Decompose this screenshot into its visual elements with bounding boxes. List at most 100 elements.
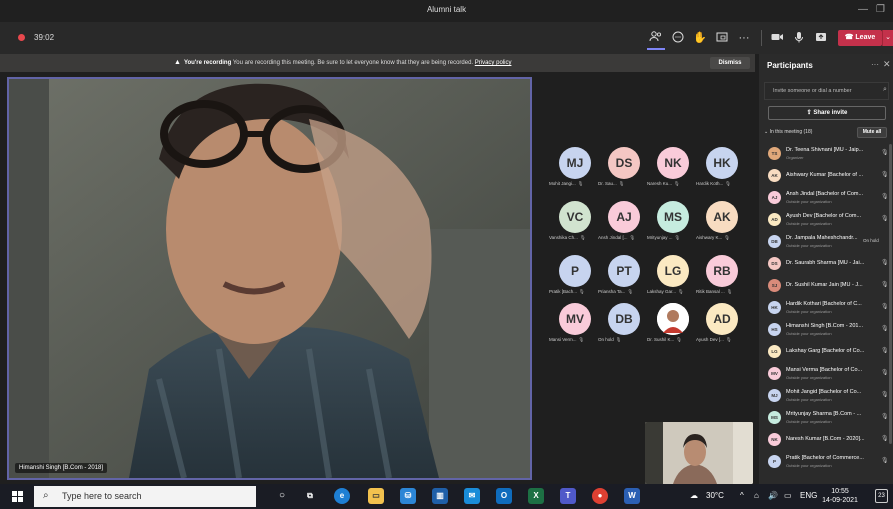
main-video-feed[interactable]: Himanshi Singh [B.Com - 2018] — [7, 77, 532, 480]
share-screen-icon[interactable] — [813, 30, 829, 46]
file-explorer-icon[interactable]: ▭ — [368, 488, 384, 504]
toolbar-divider — [761, 30, 762, 46]
participant-tile[interactable]: MV Mansi Verm... 🎙 — [549, 303, 601, 351]
participant-tile[interactable]: P Pratik [Bach... 🎙 — [549, 255, 601, 303]
notification-center-icon[interactable]: 23 — [875, 489, 888, 503]
participant-row[interactable]: DB Dr. Jampala Maheshchandr... Outside you… — [759, 232, 893, 252]
mic-muted-icon: 🎙 — [579, 289, 585, 294]
participant-tile[interactable]: RB Ritik Bansal ... 🎙 — [696, 255, 748, 303]
avatar: MV — [768, 367, 781, 380]
leave-options-chevron-icon[interactable]: ⌄ — [882, 30, 893, 46]
microphone-icon[interactable] — [791, 30, 807, 46]
mic-muted-icon: 🎙 — [618, 181, 625, 186]
camera-icon[interactable] — [769, 30, 785, 46]
avatar: DB — [608, 303, 640, 335]
participant-list-scrollbar[interactable] — [889, 144, 892, 444]
mic-muted-icon: 🎙 — [725, 337, 732, 342]
raise-hand-icon[interactable]: ✋ — [692, 30, 708, 46]
mic-muted-icon: 🎙 — [724, 235, 730, 240]
participant-tile[interactable]: VC Vanshika Ch... 🎙 — [549, 201, 601, 249]
people-icon[interactable] — [648, 30, 664, 46]
volume-icon[interactable]: 🔊 — [768, 491, 778, 500]
word-icon[interactable]: W — [624, 488, 640, 504]
in-meeting-section-header[interactable]: ⌄ In this meeting (18) — [764, 129, 812, 135]
edge-icon[interactable]: e — [334, 488, 350, 504]
participant-row[interactable]: P Pratik [Bachelor of Commerce... Outside … — [759, 452, 893, 472]
avatar: NK — [657, 147, 689, 179]
meet-now-icon[interactable]: ▭ — [784, 491, 792, 500]
participant-tile-name: Mansi Verm... — [549, 337, 577, 342]
participant-row[interactable]: MJ Mohit Jangid [Bachelor of Co... Outside… — [759, 386, 893, 406]
participant-tile-label: Dr. Sushil K... 🎙 — [647, 337, 699, 343]
windows-start-icon[interactable] — [12, 491, 23, 502]
participant-tile[interactable]: AD Ayush Dev [... 🎙 — [696, 303, 748, 351]
participant-tile-name: Hardik Koth... — [696, 181, 724, 186]
participant-tile[interactable]: MJ Mohit Jangi... 🎙 — [549, 147, 601, 195]
outlook-icon[interactable]: O — [496, 488, 512, 504]
participant-tile[interactable]: DB On hold 🎙 — [598, 303, 650, 351]
chat-icon[interactable] — [670, 30, 686, 46]
participant-tile[interactable]: Dr. Sushil K... 🎙 — [647, 303, 699, 351]
participant-row[interactable]: AK Aishwary Kumar [Bachelor of ... 🎙 — [759, 166, 893, 186]
avatar: DB — [768, 235, 781, 248]
participant-row[interactable]: HS Himanshi Singh [B.Com - 201... Outside … — [759, 320, 893, 340]
participant-row[interactable]: LG Lakshay Garg [Bachelor of Co... 🎙 — [759, 342, 893, 362]
participant-row[interactable]: AD Ayush Dev [Bachelor of Com... Outside y… — [759, 210, 893, 230]
participant-row[interactable]: MS Mrityunjay Sharma [B.Com - ... Outside … — [759, 408, 893, 428]
taskbar-search-input[interactable]: ⌕ Type here to search — [34, 486, 256, 507]
self-view-video[interactable] — [645, 422, 753, 484]
excel-icon[interactable]: X — [528, 488, 544, 504]
avatar: LG — [657, 255, 689, 287]
participant-row[interactable]: NK Naresh Kumar [B.Com - 2020]... 🎙 — [759, 430, 893, 450]
participant-tile[interactable]: NK Naresh Ku... 🎙 — [647, 147, 699, 195]
participant-tile[interactable]: PT Priansha Ta... 🎙 — [598, 255, 650, 303]
system-clock[interactable]: 10:55 14-09-2021 — [818, 487, 862, 505]
breakout-rooms-icon[interactable] — [714, 30, 730, 46]
panel-more-icon[interactable]: ··· — [871, 60, 879, 69]
chevron-up-icon[interactable]: ^ — [740, 491, 744, 500]
mute-all-button[interactable]: Mute all — [857, 127, 887, 138]
avatar: HK — [706, 147, 738, 179]
language-indicator[interactable]: ENG — [800, 491, 817, 500]
invite-input[interactable]: Invite someone or dial a number ⌕ — [764, 82, 889, 100]
participant-tile[interactable]: LG Lakshay Gar... 🎙 — [647, 255, 699, 303]
network-icon[interactable]: ⌂ — [754, 491, 759, 500]
mail-icon[interactable]: ✉ — [464, 488, 480, 504]
cortana-icon[interactable]: ○ — [274, 488, 290, 504]
participant-tile[interactable]: MS Mrityunjay ... 🎙 — [647, 201, 699, 249]
participant-row[interactable]: SJ Dr. Sushil Kumar Jain [MU - J... 🎙 — [759, 276, 893, 296]
maximize-icon[interactable]: ❐ — [876, 4, 885, 15]
participant-name: Himanshi Singh [B.Com - 201... — [786, 323, 864, 329]
dismiss-button[interactable]: Dismiss — [710, 57, 750, 69]
avatar: MS — [768, 411, 781, 424]
store-icon[interactable]: ⛁ — [400, 488, 416, 504]
more-actions-icon[interactable]: ··· — [736, 30, 752, 46]
participant-row[interactable]: AJ Ansh Jindal [Bachelor of Com... Outside… — [759, 188, 893, 208]
weather-icon[interactable]: ☁ — [690, 491, 698, 500]
mic-muted-icon: 🎙 — [678, 289, 684, 294]
participant-tile-label: Priansha Ta... 🎙 — [598, 289, 650, 295]
share-invite-button[interactable]: ⇪ Share invite — [768, 106, 886, 120]
minimize-icon[interactable]: — — [858, 4, 868, 15]
participant-tile[interactable]: DS Dr. Sau... 🎙 — [598, 147, 650, 195]
participant-row[interactable]: HK Hardik Kothari [Bachelor of C... Outsid… — [759, 298, 893, 318]
task-view-icon[interactable]: ⧉ — [302, 488, 318, 504]
teams-icon[interactable]: T — [560, 488, 576, 504]
chrome-icon[interactable]: ● — [592, 488, 608, 504]
participant-tile-label: Vanshika Ch... 🎙 — [549, 235, 601, 241]
privacy-policy-link[interactable]: Privacy policy — [475, 60, 512, 66]
participant-tile[interactable]: HK Hardik Koth... 🎙 — [696, 147, 748, 195]
participant-row[interactable]: DS Dr. Saurabh Sharma [MU - Jai... 🎙 — [759, 254, 893, 274]
chart-app-icon[interactable]: ▥ — [432, 488, 448, 504]
participant-row[interactable]: MV Mansi Verma [Bachelor of Co... Outside … — [759, 364, 893, 384]
participant-row[interactable]: TS Dr. Teena Shivnani [MU - Jaip... Organi… — [759, 144, 893, 164]
search-icon[interactable]: ⌕ — [883, 86, 887, 94]
temperature[interactable]: 30°C — [706, 491, 724, 500]
leave-button[interactable]: ☎ Leave — [838, 30, 882, 46]
recording-title: You're recording — [183, 60, 232, 66]
avatar: DS — [768, 257, 781, 270]
participant-tile[interactable]: AK Aishwary K... 🎙 — [696, 201, 748, 249]
participant-tile[interactable]: AJ Ansh Jindal [... 🎙 — [598, 201, 650, 249]
participant-tile-label: Mrityunjay ... 🎙 — [647, 235, 699, 241]
close-icon[interactable]: ✕ — [883, 59, 891, 70]
